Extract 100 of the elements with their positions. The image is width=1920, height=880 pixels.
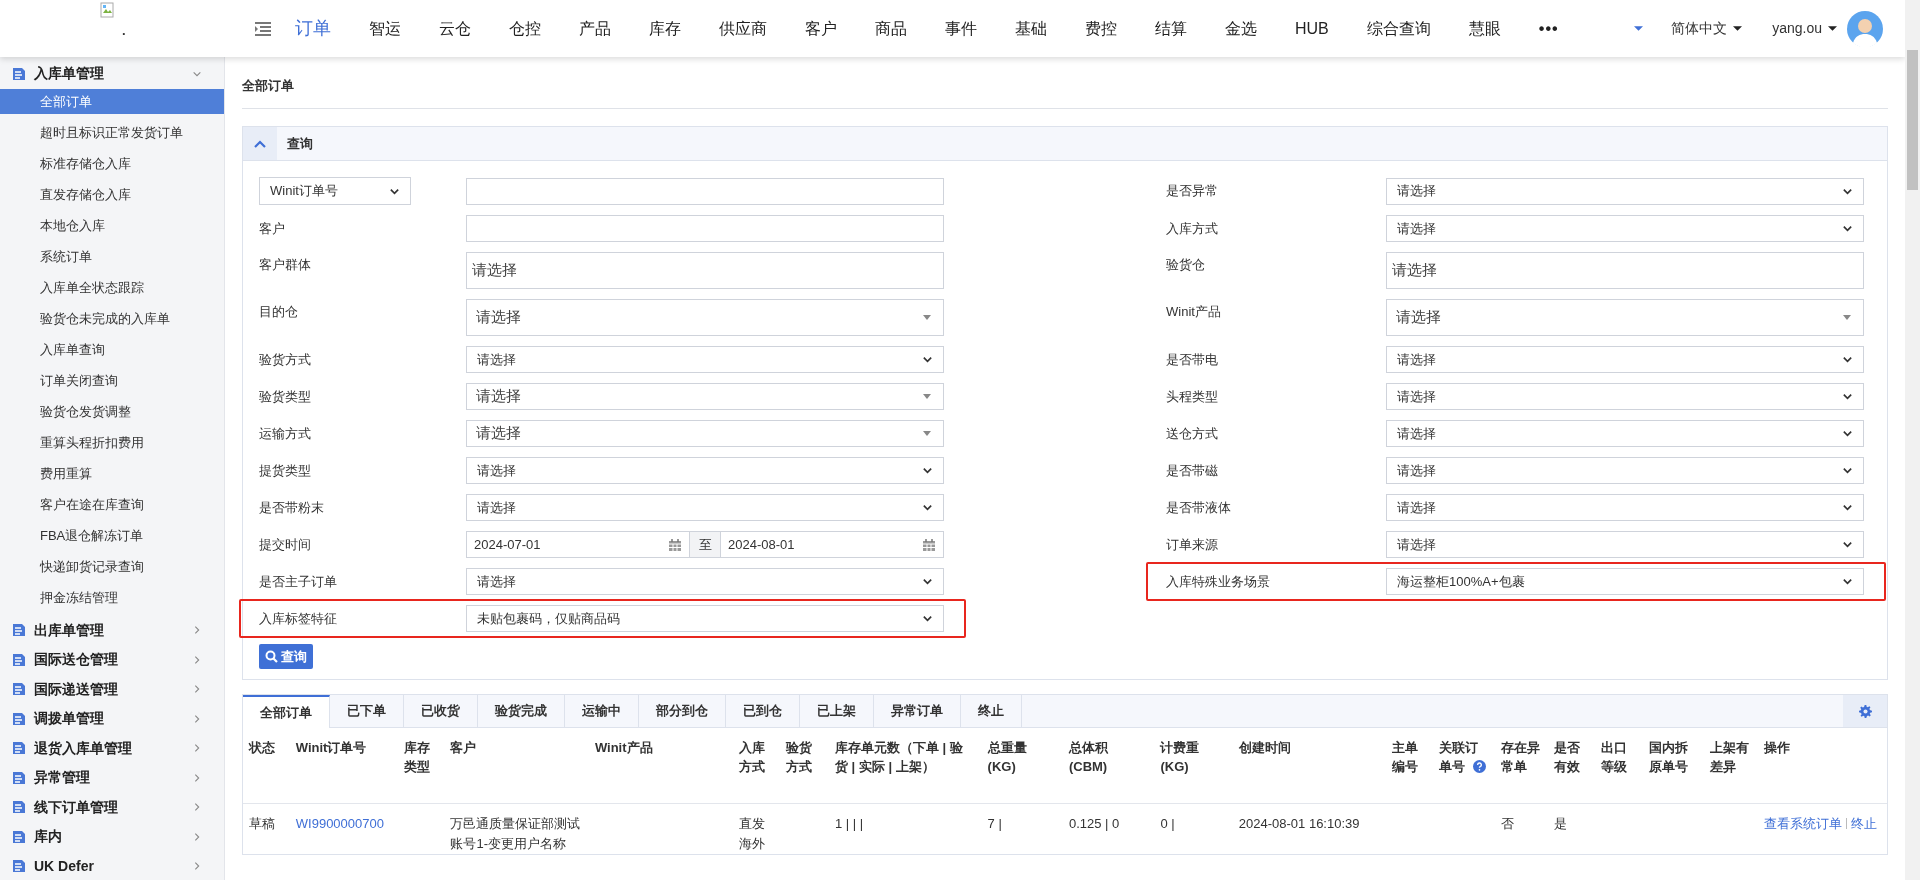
select-field[interactable]: 请选择	[1386, 215, 1864, 242]
search-button[interactable]: 查询	[259, 644, 313, 669]
table-cell: 0.125 | 0	[1068, 815, 1120, 831]
sidebar-item[interactable]: 全部订单	[0, 88, 224, 114]
select-field[interactable]: 请选择	[466, 494, 944, 521]
sidebar-group[interactable]: 退货入库单管理	[0, 733, 224, 763]
sidebar-item[interactable]: 直发存储仓入库	[0, 181, 224, 207]
input-field[interactable]	[466, 215, 944, 242]
nav-tab[interactable]: 客户	[805, 16, 837, 41]
action-link[interactable]: 查看系统订单	[1763, 815, 1842, 831]
column-header: 操作	[1763, 739, 1790, 757]
nav-tab[interactable]: 商品	[875, 16, 907, 41]
multi-select-field[interactable]: 请选择	[466, 252, 944, 289]
sidebar-item[interactable]: 订单关闭查询	[0, 367, 224, 393]
select-field[interactable]: 未贴包裹码，仅贴商品码	[466, 605, 944, 632]
select-field[interactable]: 请选择	[466, 383, 944, 410]
nav-tab[interactable]: 供应商	[719, 16, 767, 41]
nav-tab[interactable]: 订单	[295, 15, 331, 42]
select-field[interactable]: 请选择	[1386, 383, 1864, 410]
sidebar-item[interactable]: 本地仓入库	[0, 212, 224, 238]
column-header: 库存单元数（下单 | 验货 | 实际 | 上架）	[834, 739, 964, 776]
sidebar-group[interactable]: 调拨单管理	[0, 704, 224, 734]
column-header: 总重量 (KG)	[987, 739, 1028, 776]
sidebar-item[interactable]: 系统订单	[0, 243, 224, 269]
sidebar-group[interactable]: 出库单管理	[0, 615, 224, 645]
multi-select-field[interactable]: 请选择	[1386, 252, 1864, 289]
settings-button[interactable]	[1843, 695, 1887, 727]
column-header: 创建时间	[1238, 739, 1291, 757]
field-label: 提货类型	[259, 461, 312, 480]
sidebar-item[interactable]: 押金冻结管理	[0, 584, 224, 610]
chevron-right-icon	[192, 802, 202, 813]
nav-tab[interactable]: 费控	[1085, 16, 1117, 41]
sidebar-group[interactable]: 线下订单管理	[0, 792, 224, 822]
scrollbar[interactable]	[1905, 0, 1920, 880]
nav-tab[interactable]: 结算	[1155, 16, 1187, 41]
language-dropdown[interactable]: 简体中文	[1671, 18, 1743, 39]
select-field[interactable]: 请选择	[466, 346, 944, 373]
input-field[interactable]	[466, 177, 944, 205]
action-link[interactable]: 终止	[1850, 815, 1877, 831]
more-button[interactable]: •••	[1538, 16, 1559, 41]
sidebar-group[interactable]: 异常管理	[0, 763, 224, 793]
nav-tab[interactable]: 产品	[579, 16, 611, 41]
document-icon	[12, 770, 26, 785]
collapse-button[interactable]	[243, 127, 277, 160]
select-field[interactable]: 请选择	[1386, 531, 1864, 558]
field-label: 验货类型	[259, 387, 312, 406]
chevron-down-icon	[1842, 465, 1853, 476]
order-link[interactable]: WI9900000700	[295, 815, 384, 831]
sidebar-group[interactable]: 国际送仓管理	[0, 645, 224, 675]
select-field[interactable]: 请选择	[466, 420, 944, 447]
sidebar-item[interactable]: FBA退仓解冻订单	[0, 522, 224, 548]
column-header: 验货方式	[786, 739, 814, 776]
nav-tab[interactable]: HUB	[1295, 16, 1329, 41]
caret-icon	[1634, 26, 1644, 31]
nav-tab[interactable]: 云仓	[439, 16, 471, 41]
select-field[interactable]: 请选择	[466, 299, 944, 336]
select-field[interactable]: 请选择	[1386, 420, 1864, 447]
sidebar-item[interactable]: 验货仓发货调整	[0, 398, 224, 424]
select-field[interactable]: 请选择	[1386, 177, 1864, 205]
sidebar-group[interactable]: 国际递送管理	[0, 674, 224, 704]
chevron-down-icon	[922, 465, 933, 476]
sidebar-item[interactable]: 验货仓未完成的入库单	[0, 305, 224, 331]
nav-tab[interactable]: 库存	[649, 16, 681, 41]
sidebar-item[interactable]: 费用重算	[0, 460, 224, 486]
nav-tab[interactable]: 金选	[1225, 16, 1257, 41]
sidebar-item[interactable]: 入库单全状态跟踪	[0, 274, 224, 300]
scrollbar-thumb[interactable]	[1907, 50, 1918, 190]
field-label: 入库特殊业务场景	[1166, 572, 1271, 591]
nav-tab[interactable]: 事件	[945, 16, 977, 41]
field-label: 是否异常	[1166, 182, 1219, 201]
sidebar-group[interactable]: 库内	[0, 822, 224, 852]
nav-tab[interactable]: 仓控	[509, 16, 541, 41]
sidebar-group[interactable]: 入库单管理	[0, 59, 224, 89]
select-field[interactable]: 请选择	[1386, 346, 1864, 373]
select-field[interactable]: 请选择	[466, 457, 944, 484]
field-label: Winit产品	[1166, 303, 1222, 321]
sidebar-item[interactable]: 快递卸货记录查询	[0, 553, 224, 579]
caret-icon	[1733, 26, 1743, 31]
sidebar-item[interactable]: 重算头程折扣费用	[0, 429, 224, 455]
select-field[interactable]: 海运整柜100%A+包裹	[1386, 568, 1864, 595]
chevron-right-icon	[192, 713, 202, 724]
nav-tab[interactable]: 智运	[369, 16, 401, 41]
select-field[interactable]: Winit订单号	[259, 177, 411, 205]
user-dropdown[interactable]: yang.ou	[1772, 18, 1837, 39]
chevron-right-icon	[192, 625, 202, 636]
field-label: 客户	[259, 219, 286, 238]
sidebar-item[interactable]: 客户在途在库查询	[0, 491, 224, 517]
select-field[interactable]: 请选择	[466, 568, 944, 595]
nav-tab[interactable]: 综合查询	[1366, 16, 1431, 41]
nav-tab[interactable]: 基础	[1015, 16, 1047, 41]
tab[interactable]: 全部订单	[243, 695, 330, 728]
select-field[interactable]: 请选择	[1386, 494, 1864, 521]
chevron-right-icon	[192, 743, 202, 754]
sidebar-group[interactable]: UK Defer	[0, 851, 224, 880]
sidebar-item[interactable]: 入库单查询	[0, 336, 224, 362]
select-field[interactable]: 请选择	[1386, 457, 1864, 484]
sidebar-item[interactable]: 标准存储仓入库	[0, 150, 224, 176]
nav-tab[interactable]: 慧眼	[1468, 16, 1501, 41]
sidebar-item[interactable]: 超时且标识正常发货订单	[0, 119, 224, 145]
select-field[interactable]: 请选择	[1386, 299, 1864, 336]
